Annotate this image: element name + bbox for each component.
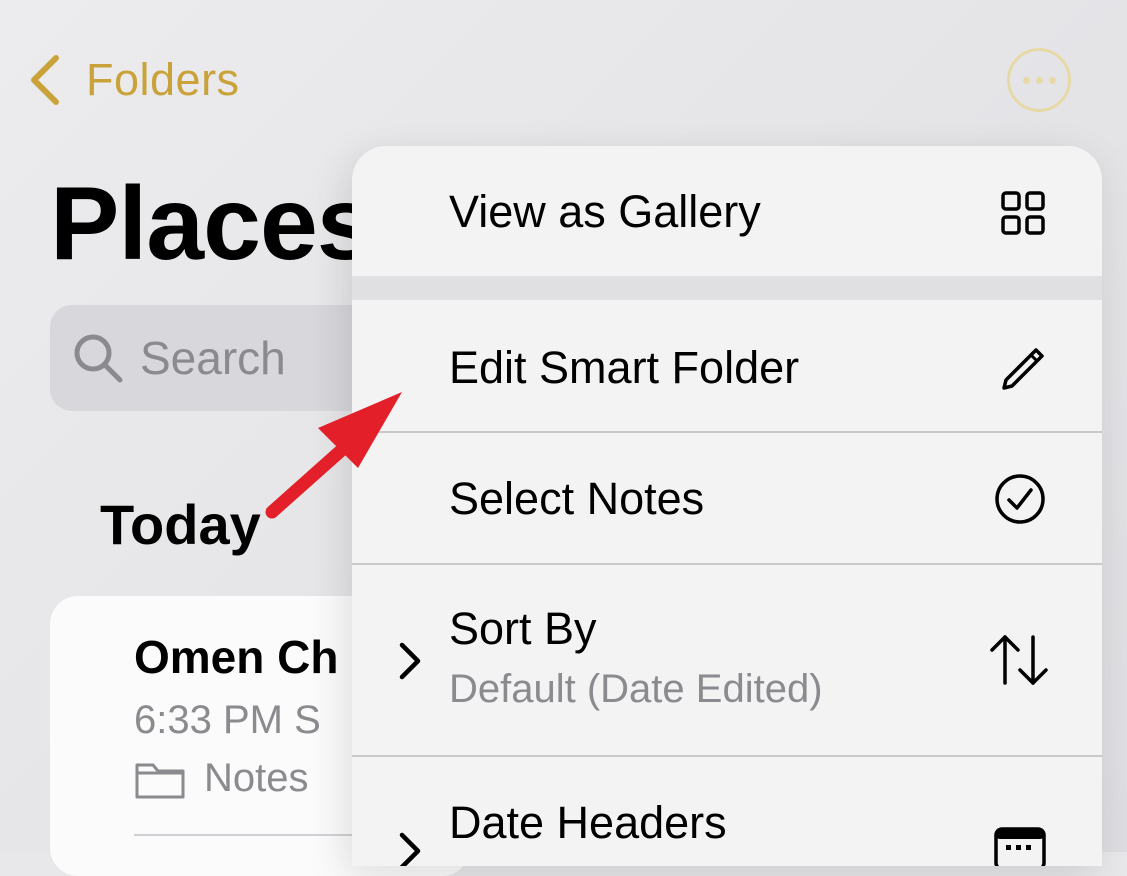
checkmark-circle-icon	[995, 474, 1045, 524]
menu-item-select-notes[interactable]: Select Notes	[352, 433, 1102, 563]
chevron-left-icon	[31, 55, 59, 105]
menu-item-edit-smart-folder[interactable]: Edit Smart Folder	[352, 300, 1102, 431]
menu-item-label: Edit Smart Folder	[449, 342, 800, 393]
menu-item-label: View as Gallery	[449, 186, 761, 237]
note-folder: Notes	[134, 756, 309, 801]
menu-item-sublabel: Default (Date Edited)	[449, 667, 823, 711]
chevron-right-icon	[399, 642, 421, 680]
calendar-icon	[994, 827, 1046, 866]
folder-icon	[135, 763, 185, 798]
grid-icon	[1001, 191, 1045, 235]
menu-item-label: Select Notes	[449, 473, 705, 524]
note-timestamp: 6:33 PM S	[134, 698, 321, 742]
more-options-button[interactable]	[1007, 48, 1071, 112]
menu-item-label: Date Headers	[449, 797, 727, 848]
context-menu: View as Gallery Edit Smart Folder Select…	[352, 146, 1102, 866]
menu-item-sort-by[interactable]: Sort By Default (Date Edited)	[352, 565, 1102, 755]
ellipsis-dot	[1048, 76, 1056, 84]
pencil-icon	[1002, 348, 1044, 390]
page-title: Places	[50, 166, 375, 282]
ellipsis-dot	[1035, 76, 1043, 84]
menu-item-label: Sort By	[449, 603, 597, 654]
note-title: Omen Ch	[134, 631, 339, 683]
back-button[interactable]: Folders	[26, 52, 240, 108]
menu-item-view-as-gallery[interactable]: View as Gallery	[352, 146, 1102, 276]
section-header-today: Today	[100, 493, 261, 556]
sort-arrows-icon	[990, 635, 1048, 685]
search-placeholder: Search	[140, 332, 286, 384]
back-button-label: Folders	[86, 54, 240, 105]
search-icon	[74, 334, 123, 383]
ellipsis-icon	[1022, 76, 1030, 84]
menu-group-gap	[352, 276, 1102, 300]
chevron-right-icon	[399, 832, 421, 866]
note-folder-label: Notes	[204, 756, 309, 800]
menu-item-date-headers[interactable]: Date Headers	[352, 757, 1102, 866]
